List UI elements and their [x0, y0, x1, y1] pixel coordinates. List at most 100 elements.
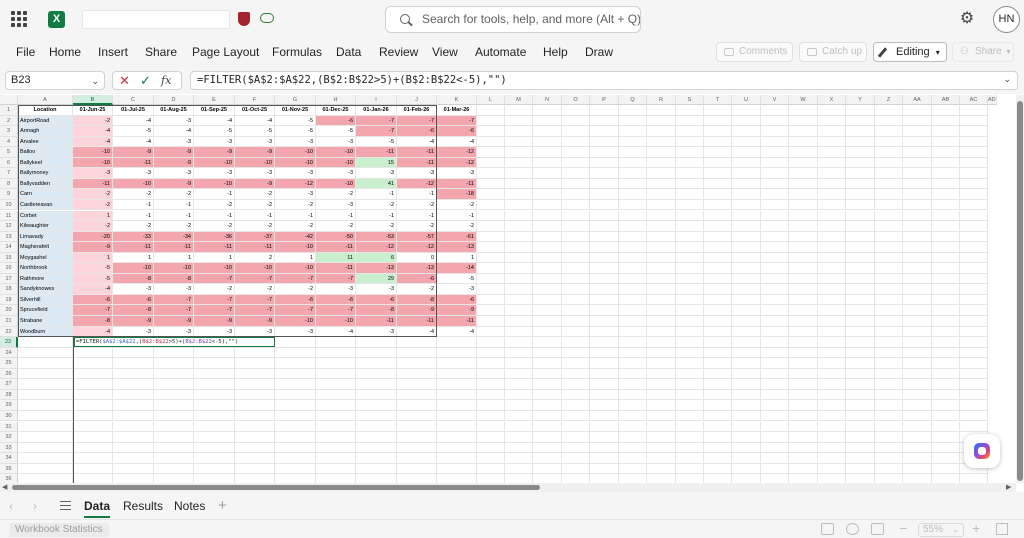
empty-cell[interactable]: [704, 347, 732, 359]
empty-cell[interactable]: [932, 105, 960, 116]
empty-cell[interactable]: [316, 474, 356, 483]
empty-cell[interactable]: [562, 157, 590, 169]
empty-cell[interactable]: [505, 147, 533, 158]
empty-cell[interactable]: [960, 168, 988, 179]
value-cell[interactable]: -4: [316, 326, 356, 338]
empty-cell[interactable]: [647, 453, 676, 464]
empty-cell[interactable]: [676, 136, 704, 148]
empty-cell[interactable]: [275, 432, 316, 443]
value-cell[interactable]: -4: [73, 284, 113, 295]
empty-cell[interactable]: [647, 432, 676, 443]
empty-cell[interactable]: [818, 199, 846, 211]
empty-cell[interactable]: [533, 410, 562, 422]
value-cell[interactable]: -10: [154, 263, 194, 274]
empty-cell[interactable]: [397, 389, 437, 401]
empty-cell[interactable]: [562, 442, 590, 454]
value-cell[interactable]: -10: [194, 178, 235, 190]
menu-view[interactable]: View: [432, 45, 458, 59]
empty-cell[interactable]: [960, 305, 988, 316]
value-cell[interactable]: -2: [275, 199, 316, 211]
empty-cell[interactable]: [477, 294, 505, 306]
empty-cell[interactable]: [932, 115, 960, 127]
value-cell[interactable]: -11: [397, 157, 437, 169]
chevron-down-icon[interactable]: ⌄: [91, 73, 99, 90]
empty-cell[interactable]: [194, 453, 235, 464]
value-cell[interactable]: -6: [437, 294, 477, 306]
empty-cell[interactable]: [704, 410, 732, 422]
empty-cell[interactable]: [18, 410, 73, 422]
empty-cell[interactable]: [818, 347, 846, 359]
empty-cell[interactable]: [18, 400, 73, 411]
empty-cell[interactable]: [477, 178, 505, 190]
empty-cell[interactable]: [562, 136, 590, 148]
location-cell[interactable]: Castlereavan: [18, 199, 73, 211]
empty-cell[interactable]: [732, 105, 761, 116]
empty-cell[interactable]: [846, 168, 875, 179]
empty-cell[interactable]: [903, 294, 932, 306]
empty-cell[interactable]: [903, 252, 932, 264]
menu-insert[interactable]: Insert: [98, 45, 128, 59]
value-cell[interactable]: -3: [316, 168, 356, 179]
value-cell[interactable]: -12: [397, 242, 437, 253]
empty-cell[interactable]: [590, 263, 619, 274]
empty-cell[interactable]: [960, 389, 988, 401]
value-cell[interactable]: -1: [397, 189, 437, 200]
empty-cell[interactable]: [818, 358, 846, 369]
value-cell[interactable]: -11: [397, 316, 437, 327]
value-cell[interactable]: -6: [356, 294, 397, 306]
column-header-n[interactable]: N: [533, 95, 562, 105]
copilot-button[interactable]: [964, 434, 1000, 468]
empty-cell[interactable]: [789, 168, 818, 179]
empty-cell[interactable]: [619, 231, 647, 243]
row-header[interactable]: 13: [0, 231, 18, 243]
empty-cell[interactable]: [761, 263, 789, 274]
empty-cell[interactable]: [903, 147, 932, 158]
empty-cell[interactable]: [154, 358, 194, 369]
value-cell[interactable]: -11: [316, 263, 356, 274]
value-cell[interactable]: -1: [235, 210, 275, 222]
value-cell[interactable]: 1: [275, 252, 316, 264]
value-cell[interactable]: -2: [113, 189, 154, 200]
empty-cell[interactable]: [647, 347, 676, 359]
value-cell[interactable]: 2: [235, 252, 275, 264]
empty-cell[interactable]: [704, 368, 732, 380]
empty-cell[interactable]: [619, 410, 647, 422]
empty-cell[interactable]: [903, 242, 932, 253]
empty-cell[interactable]: [619, 178, 647, 190]
empty-cell[interactable]: [903, 316, 932, 327]
column-header-r[interactable]: R: [647, 95, 676, 105]
empty-cell[interactable]: [875, 432, 903, 443]
column-header-k[interactable]: K: [437, 95, 477, 105]
empty-cell[interactable]: [619, 115, 647, 127]
empty-cell[interactable]: [875, 421, 903, 433]
empty-cell[interactable]: [619, 189, 647, 200]
column-header-a[interactable]: A: [18, 95, 73, 105]
menu-help[interactable]: Help: [543, 45, 568, 59]
empty-cell[interactable]: [437, 463, 477, 475]
empty-cell[interactable]: [676, 168, 704, 179]
empty-cell[interactable]: [732, 252, 761, 264]
empty-cell[interactable]: [113, 432, 154, 443]
empty-cell[interactable]: [875, 168, 903, 179]
value-cell[interactable]: -42: [275, 231, 316, 243]
value-cell[interactable]: -2: [194, 221, 235, 232]
empty-cell[interactable]: [932, 168, 960, 179]
empty-cell[interactable]: [562, 105, 590, 116]
empty-cell[interactable]: [533, 316, 562, 327]
empty-cell[interactable]: [533, 442, 562, 454]
table-header-cell[interactable]: 01-Jun-25: [73, 105, 113, 116]
value-cell[interactable]: -3: [194, 168, 235, 179]
empty-cell[interactable]: [562, 263, 590, 274]
empty-cell[interactable]: [533, 136, 562, 148]
value-cell[interactable]: -2: [235, 284, 275, 295]
empty-cell[interactable]: [676, 273, 704, 285]
empty-cell[interactable]: [676, 316, 704, 327]
location-cell[interactable]: Kilwaughter: [18, 221, 73, 232]
value-cell[interactable]: 1: [73, 210, 113, 222]
expand-formula-icon[interactable]: ⌄: [1003, 72, 1011, 89]
location-cell[interactable]: Moygashel: [18, 252, 73, 264]
empty-cell[interactable]: [533, 421, 562, 433]
empty-cell[interactable]: [676, 421, 704, 433]
empty-cell[interactable]: [533, 157, 562, 169]
empty-cell[interactable]: [619, 305, 647, 316]
